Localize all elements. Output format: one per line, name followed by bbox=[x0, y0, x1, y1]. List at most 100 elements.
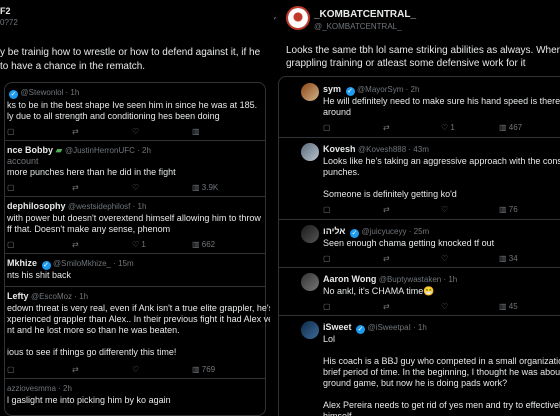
reply-6-handle[interactable]: azziovesmma · 2h bbox=[7, 383, 72, 394]
r-reply-2-handle[interactable]: @Kovesh888 · 43m bbox=[358, 145, 429, 154]
r-reply-2-header: Kovesh @Kovesh888 · 43m bbox=[323, 144, 429, 155]
reply-5-line-3: nt and he lost more so than he was beate… bbox=[7, 325, 180, 335]
r-reply-4-line-1: No ankl, it's CHAMA time😁 bbox=[323, 286, 435, 296]
reply-1-line-1: ks to be in the best shape Ive seen him … bbox=[7, 100, 258, 110]
reply-avatar[interactable] bbox=[301, 225, 319, 243]
views-icon[interactable]: ▥ 467 bbox=[499, 123, 526, 132]
reply-3-header: dephilosophy @westsidephilosf · 1h bbox=[7, 201, 146, 212]
verified-badge-icon: ✓ bbox=[356, 325, 366, 334]
r-reply-1-line-2: around bbox=[323, 107, 352, 117]
like-icon[interactable]: ♡ bbox=[132, 183, 139, 192]
like-icon[interactable]: ♡ bbox=[441, 254, 448, 263]
right-replies-card: sym ✓ @MayorSym · 2h He will definitely … bbox=[278, 76, 560, 416]
reply-avatar[interactable] bbox=[301, 321, 319, 339]
reply-1-line-2: ly due to all strength and conditioning … bbox=[7, 111, 220, 121]
repost-icon[interactable]: ⇄ bbox=[72, 365, 79, 374]
reply-icon[interactable]: ▢ bbox=[7, 365, 15, 374]
reply-icon[interactable]: ▢ bbox=[323, 302, 331, 311]
reply-avatar[interactable] bbox=[301, 273, 319, 291]
views-icon[interactable]: ▥ 662 bbox=[192, 240, 219, 249]
r-reply-3-line-1: Seen enough chama getting knocked tf out bbox=[323, 238, 495, 248]
views-icon[interactable]: ▥ 45 bbox=[499, 302, 522, 311]
r-reply-2-name[interactable]: Kovesh bbox=[323, 144, 356, 154]
repost-icon[interactable]: ⇄ bbox=[383, 205, 390, 214]
reply-5-line-5: ious to see if things go differently thi… bbox=[7, 347, 177, 357]
reply-2-handle[interactable]: @JustinHerronUFC · 2h bbox=[65, 146, 151, 155]
like-icon[interactable]: ♡ 1 bbox=[132, 240, 150, 249]
reply-5-handle[interactable]: @EscoMoz · 1h bbox=[31, 292, 88, 301]
repost-icon[interactable]: ⇄ bbox=[72, 127, 79, 136]
reply-icon[interactable]: ▢ bbox=[7, 183, 15, 192]
reply-icon[interactable]: ▢ bbox=[7, 240, 15, 249]
r-reply-4-handle[interactable]: @Buptywastaken · 1h bbox=[379, 275, 457, 284]
views-icon[interactable]: ▥ 769 bbox=[192, 365, 219, 374]
like-icon[interactable]: ♡ bbox=[441, 302, 448, 311]
views-icon[interactable]: ▥ 3.9K bbox=[192, 183, 222, 192]
reply-2-line-1: more punches here than he did in the fig… bbox=[7, 167, 176, 177]
r-reply-3-header: אליהו ✓ @juicyuceyy · 25m bbox=[323, 226, 429, 238]
reply-3-handle[interactable]: @westsidephilosf · 1h bbox=[68, 202, 146, 211]
reply-4-name[interactable]: Mkhize bbox=[7, 258, 37, 268]
like-icon[interactable]: ♡ bbox=[132, 127, 139, 136]
reply-2-name[interactable]: nce Bobby bbox=[7, 145, 53, 155]
r-reply-5-line-8: himself bbox=[323, 411, 352, 416]
r-reply-5-handle[interactable]: @iSweetpaI · 1h bbox=[368, 323, 427, 332]
repost-icon[interactable]: ⇄ bbox=[72, 183, 79, 192]
r-reply-2-line-1: Looks like he's taking an aggressive app… bbox=[323, 156, 560, 166]
r-reply-3-handle[interactable]: @juicyuceyy · 25m bbox=[361, 227, 429, 236]
flag-icon: ▰ bbox=[55, 145, 63, 155]
reply-icon[interactable]: ▢ bbox=[323, 254, 331, 263]
r-reply-3-name[interactable]: אליהו bbox=[323, 226, 345, 236]
verified-badge-icon: ✓ bbox=[349, 229, 359, 238]
r-reply-4-header: Aaron Wong @Buptywastaken · 1h bbox=[323, 274, 457, 285]
r-reply-5-name[interactable]: iSweet bbox=[323, 322, 352, 332]
views-icon[interactable]: ▥ 34 bbox=[499, 254, 522, 263]
like-icon[interactable]: ♡ 1 bbox=[441, 123, 459, 132]
reply-icon[interactable]: ▢ bbox=[7, 127, 15, 136]
reply-3-line-1: with power but doesn't overextend himsel… bbox=[7, 213, 261, 223]
op-handle[interactable]: @_KOMBATCENTRAL_ bbox=[314, 21, 402, 32]
r-reply-1-header: sym ✓ @MayorSym · 2h bbox=[323, 84, 419, 96]
reply-avatar[interactable] bbox=[301, 143, 319, 161]
reply-2-sub: account bbox=[7, 156, 39, 166]
reply-3-name[interactable]: dephilosophy bbox=[7, 201, 66, 211]
r-reply-1-name[interactable]: sym bbox=[323, 84, 341, 94]
left-author-name[interactable]: F2 bbox=[0, 6, 11, 17]
views-icon[interactable]: ▥ 76 bbox=[499, 205, 522, 214]
verified-badge-icon: ✓ bbox=[9, 90, 18, 99]
r-reply-5-line-1: Lol bbox=[323, 334, 336, 344]
reply-avatar[interactable] bbox=[301, 83, 319, 101]
repost-icon[interactable]: ⇄ bbox=[383, 123, 390, 132]
reply-5-name[interactable]: Lefty bbox=[7, 291, 29, 301]
op-name[interactable]: _KOMBATCENTRAL_ bbox=[314, 9, 416, 20]
reply-icon[interactable]: ▢ bbox=[323, 123, 331, 132]
views-icon[interactable]: ▥ bbox=[192, 127, 200, 136]
reply-4-handle[interactable]: @SmiloMkhize_ · 15m bbox=[53, 259, 134, 268]
r-reply-5-line-4: brief period of time. In the beginning, … bbox=[323, 367, 560, 377]
verified-badge-icon: ✓ bbox=[41, 261, 51, 270]
repost-icon[interactable]: ⇄ bbox=[383, 302, 390, 311]
op-line-2: grappling training or atleast some defen… bbox=[286, 58, 526, 69]
left-author-handle[interactable]: 0?72 bbox=[0, 17, 18, 28]
op-avatar[interactable] bbox=[286, 6, 310, 30]
right-tweet-panel: ⟳ _KOMBATCENTRAL_ @_KOMBATCENTRAL_ Looks… bbox=[274, 0, 560, 416]
reply-4-header: Mkhize ✓ @SmiloMkhize_ · 15m bbox=[7, 258, 134, 270]
op-line-1: Looks the same tbh lol same striking abi… bbox=[286, 45, 560, 56]
reply-5-line-2: xperienced grappler than Alex.. In their… bbox=[7, 314, 270, 324]
reply-icon[interactable]: ▢ bbox=[323, 205, 331, 214]
more-icon[interactable]: ⟳ bbox=[274, 14, 276, 25]
repost-icon[interactable]: ⇄ bbox=[72, 240, 79, 249]
r-reply-5-line-5: ground game, but now he is doing pads wo… bbox=[323, 378, 508, 388]
r-reply-2-line-2: punches. bbox=[323, 167, 360, 177]
repost-icon[interactable]: ⇄ bbox=[383, 254, 390, 263]
r-reply-4-name[interactable]: Aaron Wong bbox=[323, 274, 376, 284]
like-icon[interactable]: ♡ bbox=[132, 365, 139, 374]
left-post-line-1: y be trainig how to wrestle or how to de… bbox=[0, 47, 261, 58]
reply-6-line-1: l gaslight me into picking him by ko aga… bbox=[7, 395, 171, 405]
r-reply-1-handle[interactable]: @MayorSym · 2h bbox=[357, 85, 419, 94]
reply-1-handle[interactable]: @Stewonlol · 1h bbox=[21, 88, 80, 97]
reply-5-line-1: edown threat is very real, even if Ank i… bbox=[7, 303, 270, 313]
like-icon[interactable]: ♡ bbox=[441, 205, 448, 214]
reply-3-line-2: ff that. Doesn't make any sense, phenom bbox=[7, 224, 171, 234]
reply-5-header: Lefty @EscoMoz · 1h bbox=[7, 291, 88, 302]
